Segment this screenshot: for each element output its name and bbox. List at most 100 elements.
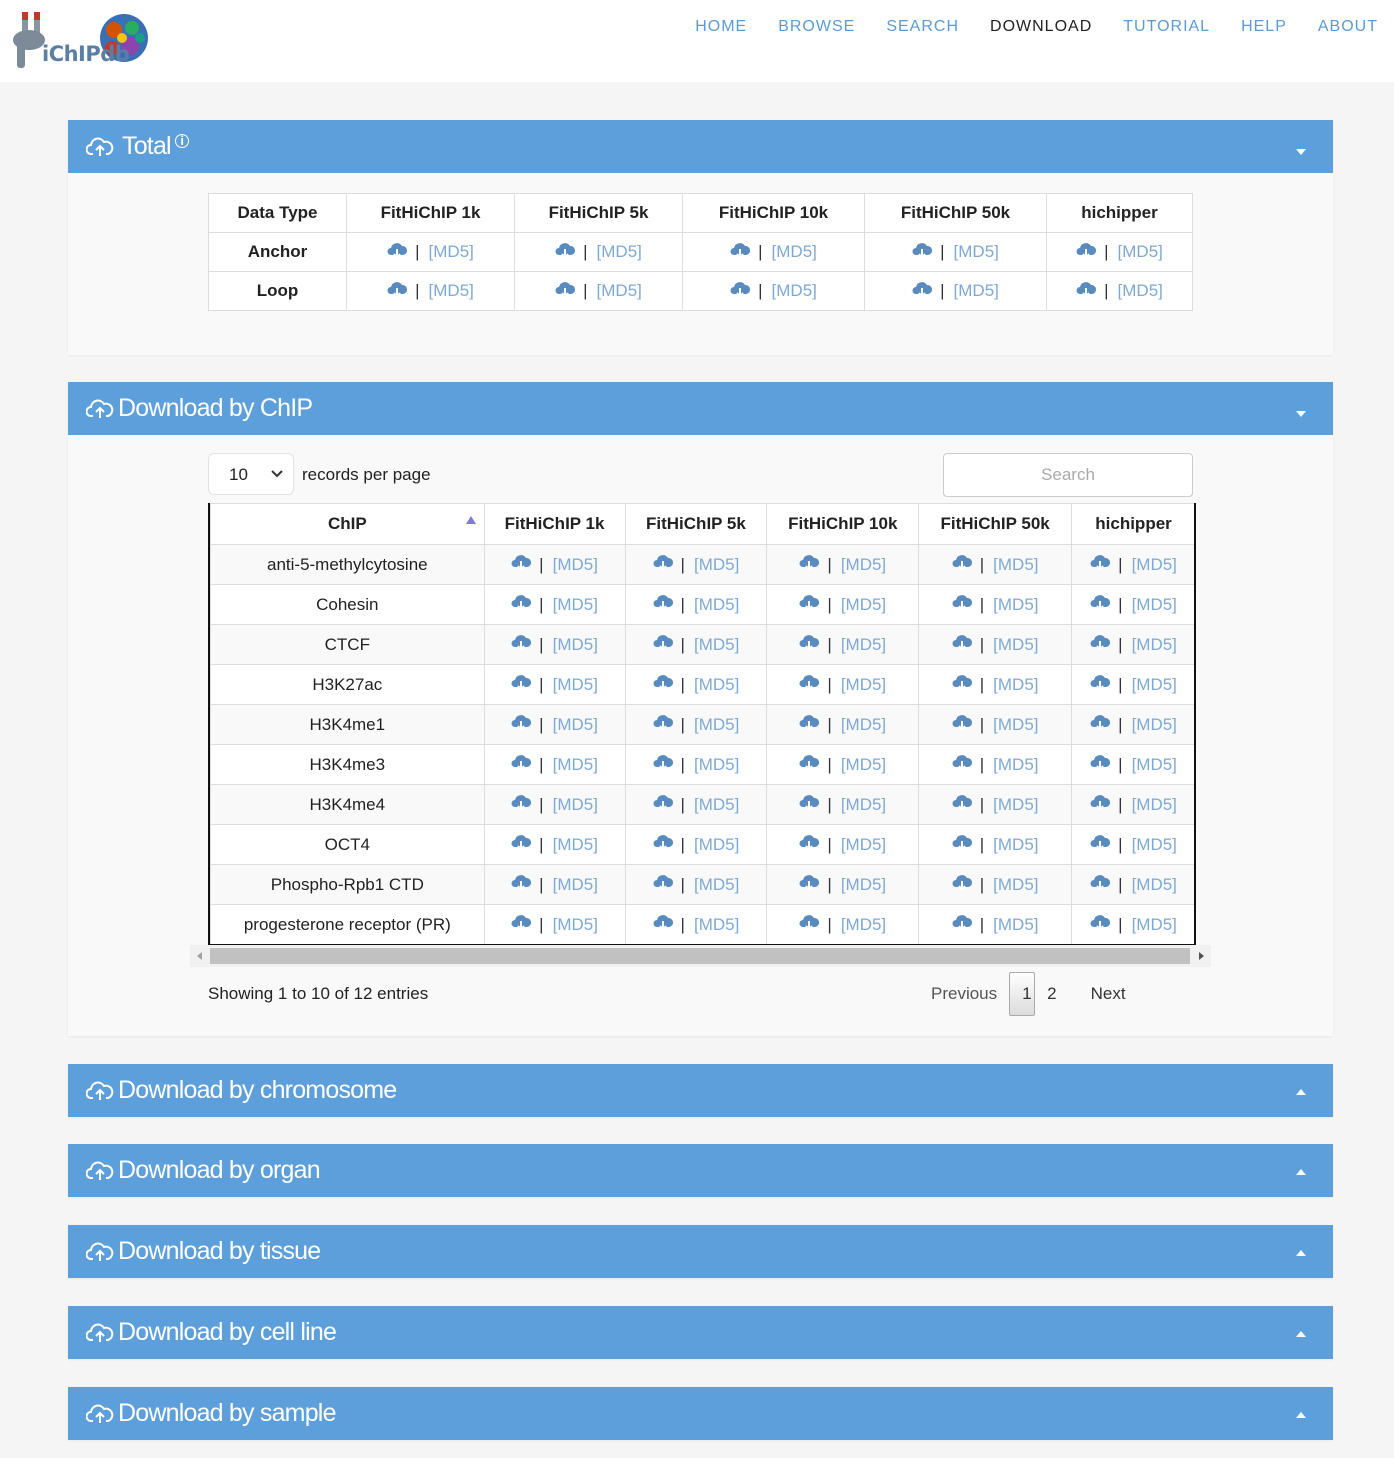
column-header[interactable]: FitHiChIP 5k xyxy=(624,503,768,545)
download-icon-link[interactable] xyxy=(387,241,408,264)
md5-link[interactable]: [MD5] xyxy=(841,715,886,735)
download-icon-link[interactable] xyxy=(511,633,532,656)
download-icon-link[interactable] xyxy=(1090,593,1111,616)
expand-caret-icon[interactable] xyxy=(1296,1250,1306,1256)
download-icon-link[interactable] xyxy=(511,553,532,576)
md5-link[interactable]: [MD5] xyxy=(553,715,598,735)
download-icon-link[interactable] xyxy=(1090,633,1111,656)
md5-link[interactable]: [MD5] xyxy=(553,875,598,895)
collapse-caret-icon[interactable] xyxy=(1296,411,1306,417)
download-icon-link[interactable] xyxy=(511,713,532,736)
download-icon-link[interactable] xyxy=(653,713,673,736)
md5-link[interactable]: [MD5] xyxy=(993,795,1038,815)
download-icon-link[interactable] xyxy=(653,913,673,936)
nav-browse[interactable]: BROWSE xyxy=(778,17,855,37)
search-input[interactable]: Search xyxy=(943,453,1193,497)
md5-link[interactable]: [MD5] xyxy=(772,242,817,262)
md5-link[interactable]: [MD5] xyxy=(553,675,598,695)
md5-link[interactable]: [MD5] xyxy=(694,915,739,935)
md5-link[interactable]: [MD5] xyxy=(993,875,1038,895)
scrollbar-thumb[interactable] xyxy=(210,948,1190,964)
md5-link[interactable]: [MD5] xyxy=(841,675,886,695)
download-icon-link[interactable] xyxy=(799,753,820,776)
md5-link[interactable]: [MD5] xyxy=(993,555,1038,575)
scroll-left-icon[interactable] xyxy=(197,952,202,960)
md5-link[interactable]: [MD5] xyxy=(1132,675,1177,695)
pagination-page-1[interactable]: 1 xyxy=(1009,972,1036,1016)
nav-home[interactable]: HOME xyxy=(695,17,747,37)
page-length-select[interactable]: 10 xyxy=(208,453,294,495)
md5-link[interactable]: [MD5] xyxy=(597,281,642,301)
download-icon-link[interactable] xyxy=(653,633,673,656)
download-icon-link[interactable] xyxy=(653,873,673,896)
md5-link[interactable]: [MD5] xyxy=(841,555,886,575)
md5-link[interactable]: [MD5] xyxy=(993,755,1038,775)
download-icon-link[interactable] xyxy=(511,793,532,816)
pagination-previous[interactable]: Previous xyxy=(919,972,1009,1016)
download-icon-link[interactable] xyxy=(799,553,820,576)
expand-caret-icon[interactable] xyxy=(1296,1169,1306,1175)
download-icon-link[interactable] xyxy=(555,280,576,303)
md5-link[interactable]: [MD5] xyxy=(1132,795,1177,815)
md5-link[interactable]: [MD5] xyxy=(429,281,474,301)
md5-link[interactable]: [MD5] xyxy=(841,795,886,815)
download-icon-link[interactable] xyxy=(511,913,532,936)
panel-header[interactable]: Download by tissue xyxy=(68,1225,1333,1278)
expand-caret-icon[interactable] xyxy=(1296,1331,1306,1337)
download-icon-link[interactable] xyxy=(799,713,820,736)
column-header[interactable]: FitHiChIP 1k xyxy=(483,503,626,545)
md5-link[interactable]: [MD5] xyxy=(694,875,739,895)
panel-header[interactable]: Download by chromosome xyxy=(68,1064,1333,1117)
md5-link[interactable]: [MD5] xyxy=(694,595,739,615)
pagination-next[interactable]: Next xyxy=(1079,972,1138,1016)
md5-link[interactable]: [MD5] xyxy=(553,755,598,775)
md5-link[interactable]: [MD5] xyxy=(694,555,739,575)
download-icon-link[interactable] xyxy=(1090,793,1111,816)
md5-link[interactable]: [MD5] xyxy=(553,595,598,615)
md5-link[interactable]: [MD5] xyxy=(1132,875,1177,895)
nav-help[interactable]: HELP xyxy=(1241,17,1287,37)
nav-download[interactable]: DOWNLOAD xyxy=(990,17,1092,37)
download-icon-link[interactable] xyxy=(952,873,972,896)
download-icon-link[interactable] xyxy=(952,593,972,616)
md5-link[interactable]: [MD5] xyxy=(553,795,598,815)
download-icon-link[interactable] xyxy=(912,280,933,303)
horizontal-scrollbar[interactable] xyxy=(190,945,1211,967)
md5-link[interactable]: [MD5] xyxy=(429,242,474,262)
download-icon-link[interactable] xyxy=(653,593,673,616)
download-icon-link[interactable] xyxy=(653,793,673,816)
chip-column-header[interactable]: ChIP xyxy=(210,503,485,545)
download-icon-link[interactable] xyxy=(952,753,972,776)
md5-link[interactable]: [MD5] xyxy=(841,915,886,935)
download-icon-link[interactable] xyxy=(952,793,972,816)
download-icon-link[interactable] xyxy=(730,241,751,264)
download-icon-link[interactable] xyxy=(1090,753,1111,776)
md5-link[interactable]: [MD5] xyxy=(1132,755,1177,775)
md5-link[interactable]: [MD5] xyxy=(694,835,739,855)
download-icon-link[interactable] xyxy=(952,633,972,656)
md5-link[interactable]: [MD5] xyxy=(841,835,886,855)
nav-tutorial[interactable]: TUTORIAL xyxy=(1123,17,1210,37)
md5-link[interactable]: [MD5] xyxy=(954,281,999,301)
total-panel-header[interactable]: Total i xyxy=(68,120,1333,173)
download-icon-link[interactable] xyxy=(653,673,673,696)
panel-header[interactable]: Download by sample xyxy=(68,1387,1333,1440)
collapse-caret-icon[interactable] xyxy=(1296,149,1306,155)
site-logo[interactable]: iChIPdb xyxy=(12,10,152,70)
md5-link[interactable]: [MD5] xyxy=(1118,281,1163,301)
md5-link[interactable]: [MD5] xyxy=(1132,915,1177,935)
download-icon-link[interactable] xyxy=(653,833,673,856)
download-icon-link[interactable] xyxy=(952,553,972,576)
md5-link[interactable]: [MD5] xyxy=(597,242,642,262)
md5-link[interactable]: [MD5] xyxy=(954,242,999,262)
column-header[interactable]: hichipper xyxy=(1071,503,1194,545)
download-icon-link[interactable] xyxy=(952,673,972,696)
column-header[interactable]: FitHiChIP 50k xyxy=(918,503,1073,545)
md5-link[interactable]: [MD5] xyxy=(841,635,886,655)
expand-caret-icon[interactable] xyxy=(1296,1412,1306,1418)
download-icon-link[interactable] xyxy=(1090,833,1111,856)
md5-link[interactable]: [MD5] xyxy=(553,635,598,655)
download-icon-link[interactable] xyxy=(653,753,673,776)
md5-link[interactable]: [MD5] xyxy=(1132,595,1177,615)
download-icon-link[interactable] xyxy=(952,913,972,936)
